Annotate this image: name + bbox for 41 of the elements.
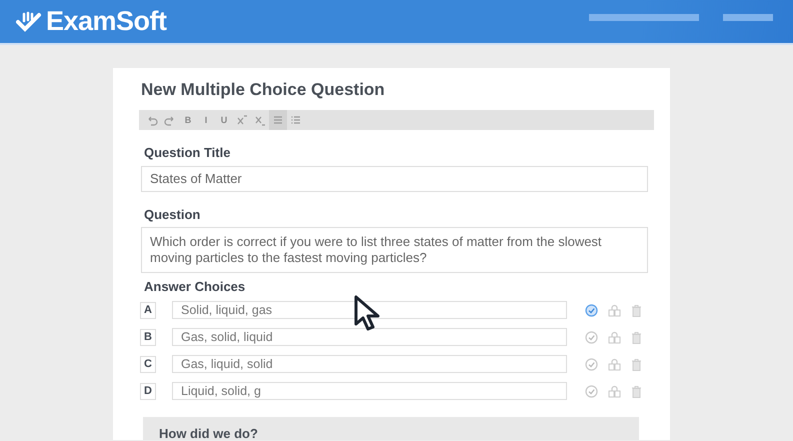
question-field[interactable]: Which order is correct if you were to list three states of matter from the slowest moving particles to the fastest moving particles? bbox=[141, 227, 648, 274]
card-title: New Multiple Choice Question bbox=[141, 80, 386, 100]
choice-letter: B bbox=[140, 328, 156, 346]
redo-icon[interactable] bbox=[164, 114, 176, 126]
check-icon[interactable] bbox=[585, 358, 598, 371]
superscript-icon[interactable] bbox=[236, 114, 248, 126]
lock-icon[interactable] bbox=[608, 384, 621, 398]
undo-icon[interactable] bbox=[146, 114, 158, 126]
trash-icon[interactable] bbox=[631, 330, 642, 344]
lock-icon[interactable] bbox=[608, 358, 621, 371]
logo-text: ExamSoft bbox=[46, 5, 167, 38]
format-button[interactable]: U bbox=[215, 110, 233, 130]
answer-field[interactable]: Solid, liquid, gas bbox=[172, 301, 567, 320]
check-icon[interactable] bbox=[585, 384, 598, 398]
subscript-icon[interactable] bbox=[254, 114, 266, 126]
lock-icon[interactable] bbox=[608, 330, 621, 344]
check-icon[interactable] bbox=[585, 304, 598, 317]
check-icon[interactable] bbox=[585, 330, 598, 344]
nav-placeholder[interactable] bbox=[589, 14, 699, 21]
format-button[interactable]: I bbox=[197, 110, 215, 130]
field-label: Question bbox=[144, 206, 202, 224]
nav-placeholder[interactable] bbox=[723, 14, 773, 21]
format-button[interactable]: B bbox=[179, 110, 197, 130]
choice-letter: D bbox=[140, 382, 156, 400]
trash-icon[interactable] bbox=[631, 384, 642, 398]
field-label: Answer Choices bbox=[144, 278, 246, 296]
trash-icon[interactable] bbox=[631, 358, 642, 371]
answer-field[interactable]: Gas, liquid, solid bbox=[172, 355, 567, 374]
title-field[interactable]: States of Matter bbox=[141, 166, 648, 192]
align-icon[interactable] bbox=[272, 114, 284, 126]
answer-field[interactable]: Gas, solid, liquid bbox=[172, 328, 567, 346]
choice-letter: A bbox=[140, 302, 156, 319]
lock-icon[interactable] bbox=[608, 304, 621, 317]
feedback-panel: How did we do? bbox=[143, 416, 639, 440]
logo-icon bbox=[16, 10, 42, 32]
choice-letter: C bbox=[140, 356, 156, 373]
trash-icon[interactable] bbox=[631, 304, 642, 317]
align-button[interactable] bbox=[269, 110, 287, 130]
field-label: Question Title bbox=[144, 144, 232, 162]
list-icon[interactable] bbox=[290, 114, 302, 126]
answer-field[interactable]: Liquid, solid, g bbox=[172, 382, 567, 400]
